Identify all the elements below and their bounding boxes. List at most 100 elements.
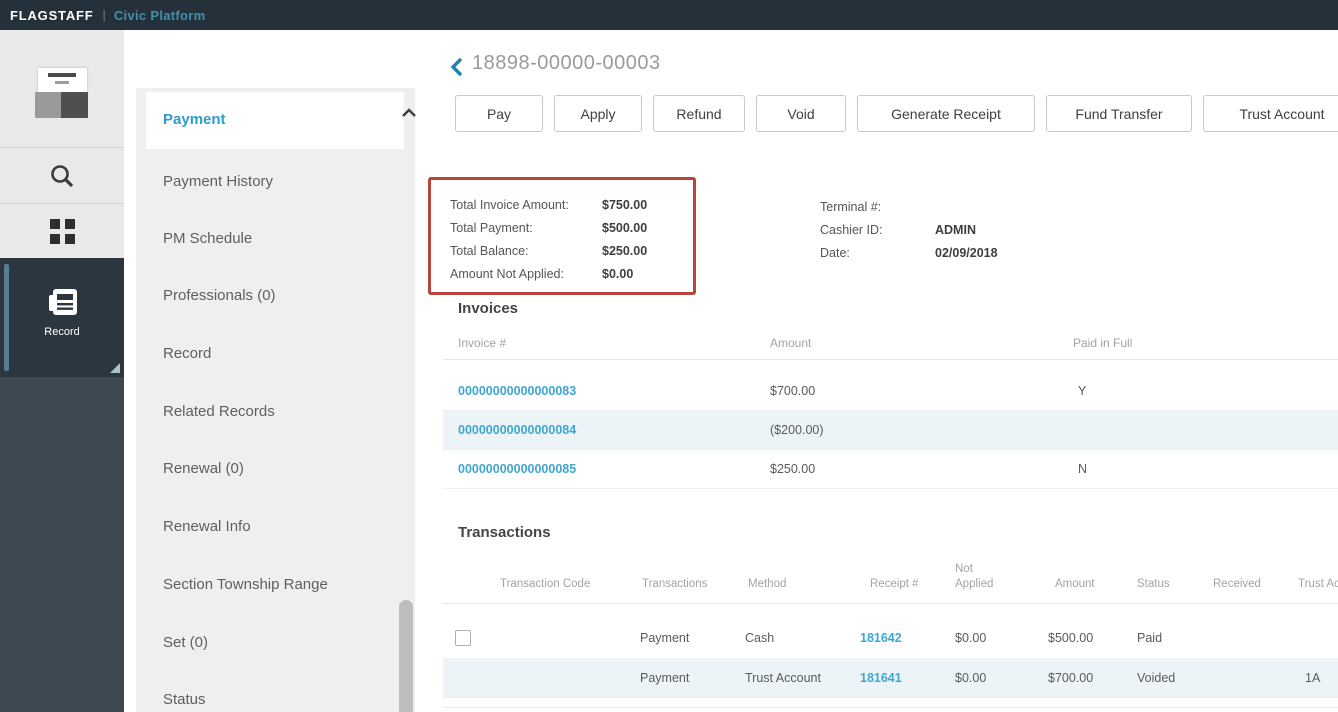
trust-value: 1A (1305, 671, 1321, 685)
total-value: $250.00 (602, 243, 648, 258)
invoice-number-column-header: Invoice # (458, 336, 507, 350)
agency-brand: FLAGSTAFF (10, 7, 94, 23)
trust-account-column-header: Trust Account (1298, 578, 1338, 590)
record-nav-panel: Payment Payment History PM Schedule Prof… (136, 88, 418, 712)
icon-rail: Record (0, 30, 124, 712)
invoices-section-title: Invoices (458, 300, 519, 317)
invoice-link[interactable]: 00000000000000083 (458, 372, 576, 411)
invoice-paid-flag: Y (1078, 384, 1087, 398)
pay-button[interactable]: Pay (455, 95, 543, 132)
amount-column-header: Amount (1055, 578, 1095, 590)
transaction-method: Cash (745, 631, 775, 645)
total-label: Amount Not Applied: (450, 266, 564, 281)
date-row: Date: 02/09/2018 (820, 241, 998, 264)
nav-item-record[interactable]: Record (163, 344, 211, 364)
nav-item-status[interactable]: Status (163, 690, 206, 710)
transaction-method: Trust Account (745, 671, 821, 685)
transaction-amount: $500.00 (1048, 631, 1094, 645)
total-label: Total Invoice Amount: (450, 197, 569, 212)
invoice-row: 00000000000000084 ($200.00) (443, 411, 1338, 450)
method-column-header: Method (748, 578, 787, 590)
top-bar: FLAGSTAFF | Civic Platform (0, 0, 1338, 30)
nav-item-renewal[interactable]: Renewal (0) (163, 459, 244, 479)
void-button[interactable]: Void (756, 95, 846, 132)
total-value: $0.00 (602, 266, 634, 281)
transaction-status: Paid (1137, 631, 1163, 645)
transactions-header-row: Transaction Code Transactions Method Rec… (0, 550, 1338, 598)
total-invoice-amount-row: Total Invoice Amount: $750.00 (450, 193, 647, 216)
transactions-bottom-divider (443, 707, 1338, 708)
nav-item-related-records[interactable]: Related Records (163, 402, 275, 422)
terminal-row: Terminal #: (820, 195, 998, 218)
receipt-link[interactable]: 181641 (860, 658, 902, 698)
civic-platform-window: FLAGSTAFF | Civic Platform Record Paymen… (0, 0, 1338, 712)
transaction-checkbox[interactable] (455, 630, 471, 646)
invoice-link[interactable]: 00000000000000084 (458, 411, 576, 450)
nav-item-label: Payment (163, 111, 226, 128)
payment-toolbar: Pay Apply Refund Void Generate Receipt F… (455, 95, 1338, 132)
logo-card-shape (38, 68, 87, 92)
invoices-header-divider (443, 359, 1338, 360)
transaction-code-column-header: Transaction Code (500, 578, 591, 590)
launchpad-logo-icon[interactable] (0, 55, 124, 147)
not-applied-value: $0.00 (955, 631, 987, 645)
refund-button[interactable]: Refund (653, 95, 745, 132)
nav-item-professionals[interactable]: Professionals (0) (163, 286, 276, 306)
invoice-paid-flag: N (1078, 462, 1088, 476)
transaction-type: Payment (640, 671, 690, 685)
transaction-row: Payment Cash 181642 $0.00 $500.00 Paid (443, 618, 1338, 658)
amount-not-applied-row: Amount Not Applied: $0.00 (450, 262, 647, 285)
meta-label: Date: (820, 245, 850, 260)
chevron-up-icon[interactable] (400, 106, 418, 120)
meta-label: Cashier ID: (820, 222, 883, 237)
meta-value: ADMIN (935, 222, 976, 237)
not-applied-column-header: Not Applied (955, 563, 994, 590)
transaction-status: Voided (1137, 671, 1176, 685)
invoice-amount: $250.00 (770, 462, 816, 476)
transaction-row: Payment Trust Account 181641 $0.00 $700.… (443, 658, 1338, 698)
nav-item-set[interactable]: Set (0) (163, 633, 208, 653)
apply-button[interactable]: Apply (554, 95, 642, 132)
trust-account-button[interactable]: Trust Account (1203, 95, 1338, 132)
brand-separator: | (102, 8, 106, 22)
transactions-column-header: Transactions (642, 578, 708, 590)
transactions-section-title: Transactions (458, 524, 551, 541)
amount-column-header: Amount (770, 336, 812, 350)
invoice-row: 00000000000000085 $250.00 N (443, 450, 1338, 489)
total-label: Total Balance: (450, 243, 529, 258)
search-icon[interactable] (0, 148, 124, 203)
record-id-title: 18898-00000-00003 (472, 52, 661, 74)
nav-item-pm-schedule[interactable]: PM Schedule (163, 229, 252, 249)
apps-grid-icon[interactable] (0, 204, 124, 259)
nav-item-payment-active[interactable]: Payment (146, 92, 404, 149)
total-balance-row: Total Balance: $250.00 (450, 239, 647, 262)
meta-label: Terminal #: (820, 199, 882, 214)
invoice-link[interactable]: 00000000000000085 (458, 450, 576, 489)
rail-dark-fill (0, 377, 124, 712)
grid-glyph (49, 219, 75, 244)
record-file-icon (49, 289, 77, 315)
total-payment-row: Total Payment: $500.00 (450, 216, 647, 239)
fund-transfer-button[interactable]: Fund Transfer (1046, 95, 1192, 132)
total-value: $500.00 (602, 220, 648, 235)
transactions-header-divider (443, 603, 1338, 604)
nav-item-payment-history[interactable]: Payment History (163, 172, 273, 192)
status-column-header: Status (1137, 578, 1170, 590)
invoice-amount: $700.00 (770, 384, 816, 398)
transaction-type: Payment (640, 631, 690, 645)
record-tile-label: Record (44, 326, 80, 338)
back-chevron-icon[interactable] (450, 57, 464, 77)
active-stripe (4, 264, 9, 371)
received-column-header: Received (1213, 578, 1261, 590)
cashier-id-row: Cashier ID: ADMIN (820, 218, 998, 241)
receipt-link[interactable]: 181642 (860, 618, 902, 658)
receipt-number-column-header: Receipt # (870, 578, 919, 590)
magnifier-glyph (51, 164, 74, 187)
sidebar-item-record-active[interactable]: Record (0, 258, 124, 377)
nav-scrollbar[interactable] (399, 600, 413, 712)
nav-item-renewal-info[interactable]: Renewal Info (163, 517, 251, 537)
generate-receipt-button[interactable]: Generate Receipt (857, 95, 1035, 132)
cashier-meta: Terminal #: Cashier ID: ADMIN Date: 02/0… (820, 195, 998, 264)
payment-totals: Total Invoice Amount: $750.00 Total Paym… (450, 193, 647, 285)
total-value: $750.00 (602, 197, 648, 212)
